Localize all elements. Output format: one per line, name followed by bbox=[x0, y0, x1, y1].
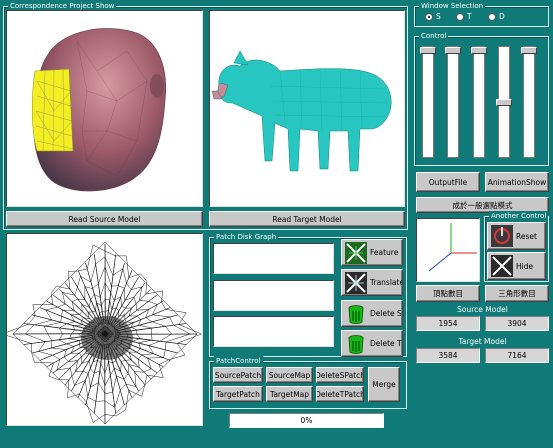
radio-d[interactable]: D bbox=[488, 12, 505, 21]
source-model-render bbox=[31, 28, 167, 192]
triangle-count-button[interactable]: 三角形數目 bbox=[485, 285, 549, 302]
source-vertices-value: 1954 bbox=[416, 316, 480, 331]
target-model-label: Target Model bbox=[458, 337, 507, 346]
target-map-button[interactable]: TargetMap bbox=[266, 386, 313, 402]
delete-tp-label: Delete TP bbox=[370, 339, 403, 348]
control-slider-3[interactable] bbox=[471, 46, 487, 158]
control-slider-thumb[interactable] bbox=[471, 47, 487, 54]
control-slider-thumb[interactable] bbox=[445, 47, 461, 54]
delete-s-patch-button[interactable]: DeleteSPatch bbox=[316, 367, 364, 383]
source-model-label: Source Model bbox=[457, 305, 508, 314]
trash-icon bbox=[348, 334, 364, 354]
translate-label: Translate bbox=[370, 278, 403, 287]
reset-label: Reset bbox=[516, 231, 537, 241]
reset-icon bbox=[491, 225, 513, 247]
another-control-label: Another Control bbox=[489, 211, 549, 221]
delete-tp-button[interactable]: Delete TP bbox=[341, 330, 403, 357]
target-triangles-value: 7164 bbox=[485, 348, 549, 363]
parameterization-mesh bbox=[7, 241, 202, 425]
translate-button[interactable]: Translate bbox=[341, 269, 403, 296]
mesh-dense-center bbox=[81, 316, 133, 360]
feature-button[interactable]: Feature bbox=[341, 239, 403, 266]
merge-button[interactable]: Merge bbox=[368, 367, 400, 402]
control-slider-thumb[interactable] bbox=[420, 47, 436, 54]
target-patch-button[interactable]: TargetPatch bbox=[213, 386, 263, 402]
delete-sp-button[interactable]: Delete SP bbox=[341, 300, 403, 327]
radio-s-indicator bbox=[425, 12, 433, 21]
feature-label: Feature bbox=[370, 248, 399, 257]
progress-text: 0% bbox=[300, 416, 313, 425]
read-source-model-button[interactable]: Read Source Model bbox=[6, 211, 203, 227]
target-model-render bbox=[211, 50, 392, 172]
radio-d-label: D bbox=[499, 12, 505, 21]
control-slider-5[interactable] bbox=[521, 46, 537, 158]
axis-preview bbox=[416, 218, 480, 282]
radio-t[interactable]: T bbox=[456, 12, 472, 21]
feature-icon bbox=[345, 241, 367, 264]
hide-button[interactable]: Hide bbox=[487, 252, 546, 280]
trash-icon bbox=[348, 304, 364, 324]
target-vertices-value: 3584 bbox=[416, 348, 480, 363]
translate-icon bbox=[345, 271, 367, 294]
control-slider-1[interactable] bbox=[420, 46, 436, 158]
source-triangles-value: 3904 bbox=[485, 316, 549, 331]
control-slider-thumb[interactable] bbox=[496, 99, 512, 106]
radio-t-indicator bbox=[456, 12, 464, 21]
reset-button[interactable]: Reset bbox=[487, 222, 546, 250]
axis-icon bbox=[428, 223, 477, 272]
output-file-button[interactable]: OutputFile bbox=[416, 172, 480, 192]
hide-icon bbox=[491, 255, 513, 277]
source-map-button[interactable]: SourceMap bbox=[266, 367, 313, 383]
radio-d-indicator bbox=[488, 12, 496, 21]
progress-bar: 0% bbox=[229, 413, 384, 428]
radio-t-label: T bbox=[467, 12, 472, 21]
control-slider-thumb[interactable] bbox=[521, 47, 537, 54]
patch-control-label: PatchControl bbox=[214, 356, 263, 366]
patch-disk-graph-slot-1[interactable] bbox=[213, 243, 334, 274]
control-label: Control bbox=[419, 31, 449, 41]
radio-s[interactable]: S bbox=[425, 12, 441, 21]
control-slider-4[interactable] bbox=[496, 46, 512, 158]
delete-t-patch-button[interactable]: DeleteTPatch bbox=[316, 386, 364, 402]
source-patch-button[interactable]: SourcePatch bbox=[213, 367, 263, 383]
target-model-viewport[interactable] bbox=[209, 10, 405, 207]
delete-sp-label: Delete SP bbox=[370, 309, 403, 318]
read-target-model-button[interactable]: Read Target Model bbox=[209, 211, 405, 227]
window-selection-label: Window Selection bbox=[419, 1, 486, 11]
control-slider-2[interactable] bbox=[445, 46, 461, 158]
patch-disk-graph-label: Patch Disk Graph bbox=[214, 232, 279, 242]
parameterization-viewport[interactable] bbox=[6, 233, 203, 426]
radio-s-label: S bbox=[436, 12, 441, 21]
patch-disk-graph-slot-2[interactable] bbox=[213, 280, 334, 311]
patch-disk-graph-slot-3[interactable] bbox=[213, 316, 334, 347]
vertex-count-button[interactable]: 頂點數目 bbox=[416, 285, 480, 302]
source-model-viewport[interactable] bbox=[6, 10, 203, 207]
hide-label: Hide bbox=[516, 261, 534, 271]
animation-show-button[interactable]: AnimationShow bbox=[485, 172, 549, 192]
